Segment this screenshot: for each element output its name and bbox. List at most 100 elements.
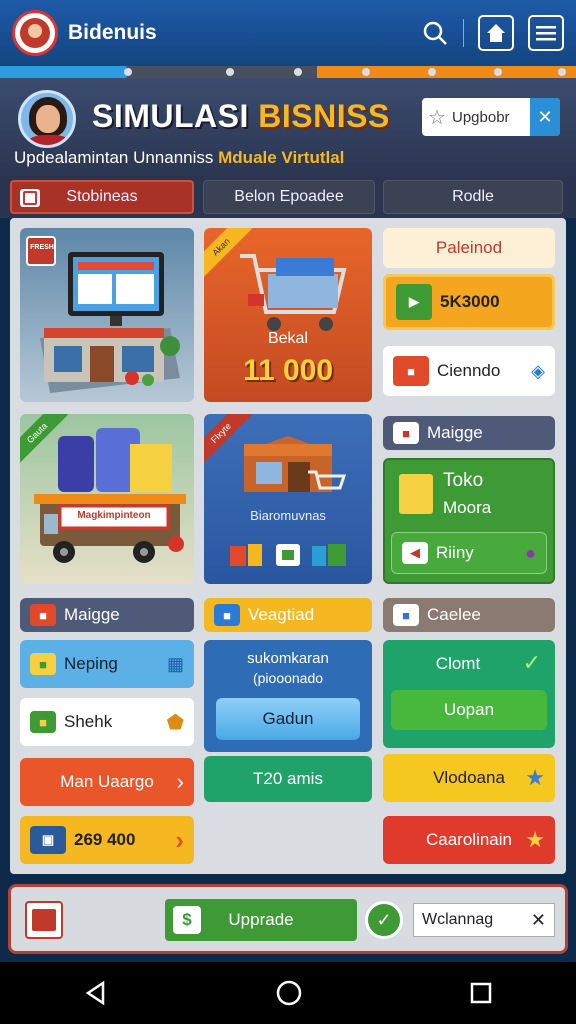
upgrade-label: Upprade <box>228 910 294 929</box>
cash-register-icon: ▣ <box>30 826 66 854</box>
cart-card[interactable]: Akan Bekal 11 000 <box>204 228 372 402</box>
toko-line-2: Moora <box>443 498 492 517</box>
upgrade-button[interactable]: $ Upprade <box>165 899 357 941</box>
progress-dot <box>558 68 566 76</box>
store-card[interactable]: Flxyte Biaromuvnas <box>204 414 372 584</box>
shield-icon: ⬟ <box>166 711 184 734</box>
megaphone-icon: ◀ <box>402 542 428 564</box>
caarolinain-label: Caarolinain <box>426 830 512 849</box>
bottom-action-bar: $ Upprade ✓ Wclannag ✕ <box>8 884 568 954</box>
gadun-button[interactable]: Gadun <box>216 698 360 740</box>
store-icon <box>244 436 347 492</box>
subtitle: Updealamintan Unnanniss Mduale Virtutlal <box>14 148 344 168</box>
cart-value: 11 000 <box>242 354 334 387</box>
check-icon: ✓ <box>522 650 541 675</box>
progress-dot <box>294 68 302 76</box>
shop-logo-icon[interactable] <box>25 901 63 939</box>
promo-card: sukomkaran (piooonado Gadun <box>204 640 372 752</box>
riiny-label: Riiny <box>436 543 474 562</box>
truck-card[interactable]: Gauta Magkimpinteon <box>20 414 194 584</box>
tab-label: Rodle <box>452 188 494 205</box>
avatar[interactable] <box>18 90 76 148</box>
t20-button[interactable]: T20 amis <box>204 756 372 802</box>
recents-icon[interactable] <box>469 981 493 1005</box>
crate-icon: ■ <box>30 711 56 733</box>
star-icon: ★ <box>525 765 545 790</box>
pending-label: Paleinod <box>435 238 503 257</box>
system-nav-bar <box>0 962 576 1024</box>
vlodoana-label: Vlodoana <box>433 768 505 787</box>
counter-button[interactable]: ▣ 269 400 › <box>20 816 194 864</box>
home-icon[interactable] <box>478 15 514 51</box>
tab-belon-epoadee[interactable]: Belon Epoadee <box>203 180 375 214</box>
home-circle-icon[interactable] <box>275 979 303 1007</box>
clomt-card[interactable]: Clomt ✓ Uopan <box>383 640 555 748</box>
check-circle-icon[interactable]: ✓ <box>365 901 403 939</box>
app-logo <box>12 10 58 56</box>
maigge-header: ■ Maigge <box>383 416 555 450</box>
subtitle-part-2: Mduale Virtutlal <box>218 148 345 167</box>
toko-card[interactable]: Toko Moora ◀ Riiny ● <box>383 458 555 584</box>
welcome-chip[interactable]: Wclannag ✕ <box>413 903 555 937</box>
caarolinain-button[interactable]: Caarolinain ★ <box>383 816 555 864</box>
delivery-truck-illustration <box>34 428 186 563</box>
sheh-label: Shehk <box>64 712 113 731</box>
client-button[interactable]: ■ Cienndo ◈ <box>383 346 555 396</box>
section-header-left: ■ Maigge <box>20 598 194 632</box>
upgrade-chip-label: Upgbobr <box>452 108 510 126</box>
cube-icon: ■ <box>393 422 419 444</box>
upgrade-chip[interactable]: ☆ Upgbobr ✕ <box>422 98 560 136</box>
uopan-button[interactable]: Uopan <box>391 690 547 730</box>
sheh-button[interactable]: ■ Shehk ⬟ <box>20 698 194 746</box>
progress-dot <box>362 68 370 76</box>
uopan-label: Uopan <box>443 700 495 719</box>
gadun-label: Gadun <box>262 709 314 728</box>
maigge-label: Maigge <box>427 423 483 442</box>
tab-label: Belon Epoadee <box>234 188 344 205</box>
client-label: Cienndo <box>437 361 501 380</box>
welcome-label: Wclannag <box>422 911 494 928</box>
search-icon[interactable] <box>417 15 453 51</box>
vlodoana-button[interactable]: Vlodoana ★ <box>383 754 555 802</box>
market-card[interactable]: FRESH <box>20 228 194 402</box>
man-uaargo-button[interactable]: Man Uaargo › <box>20 758 194 806</box>
toko-line-1: Toko <box>443 470 484 491</box>
chevron-right-icon: › <box>175 824 184 855</box>
dollar-icon: $ <box>173 906 201 934</box>
star-icon: ★ <box>525 827 545 852</box>
amount-button[interactable]: ▶ 5K3000 <box>383 274 555 330</box>
subtitle-part-1: Updealamintan Unnanniss <box>14 148 214 167</box>
progress-dot <box>494 68 502 76</box>
main-grid: FRESH Akan Bekal 11 000 Paleinod ▶ 5K300… <box>10 218 566 874</box>
shop-icon <box>399 474 433 514</box>
app-name: Bidenuis <box>68 21 157 44</box>
tab-stobineas[interactable]: Stobineas <box>10 180 194 214</box>
section-header-left-label: Maigge <box>64 605 120 624</box>
back-icon[interactable] <box>83 980 109 1006</box>
title-word-2: BISNISS <box>258 98 390 134</box>
market-building-illustration <box>40 252 180 393</box>
crate-icon: ■ <box>30 653 56 675</box>
basket-icon: ▦ <box>166 653 184 674</box>
top-app-bar: Bidenuis <box>0 0 576 66</box>
tab-rodle[interactable]: Rodle <box>383 180 563 214</box>
close-icon[interactable]: ✕ <box>530 98 560 136</box>
man-uaargo-label: Man Uaargo <box>60 772 154 791</box>
promo-line-1: sukomkaran <box>247 650 329 667</box>
amount-label: 5K3000 <box>440 292 500 311</box>
cash-icon: ▶ <box>396 284 432 320</box>
star-icon: ☆ <box>428 106 446 129</box>
cube-icon: ■ <box>393 356 429 386</box>
shopping-cart-icon <box>240 254 347 331</box>
neping-button[interactable]: ■ Neping ▦ <box>20 640 194 688</box>
riiny-button[interactable]: ◀ Riiny ● <box>391 532 547 574</box>
header-banner: SIMULASI BISNISS Updealamintan Unnanniss… <box>0 78 576 178</box>
compass-icon: ◈ <box>531 360 545 381</box>
section-header-middle-label: Veagtiad <box>248 605 315 624</box>
menu-icon[interactable] <box>528 15 564 51</box>
t20-label: T20 amis <box>253 769 323 788</box>
neping-label: Neping <box>64 654 118 673</box>
truck-banner: Magkimpinteon <box>77 510 151 521</box>
store-label: Biaromuvnas <box>250 508 326 523</box>
close-icon[interactable]: ✕ <box>531 910 546 931</box>
